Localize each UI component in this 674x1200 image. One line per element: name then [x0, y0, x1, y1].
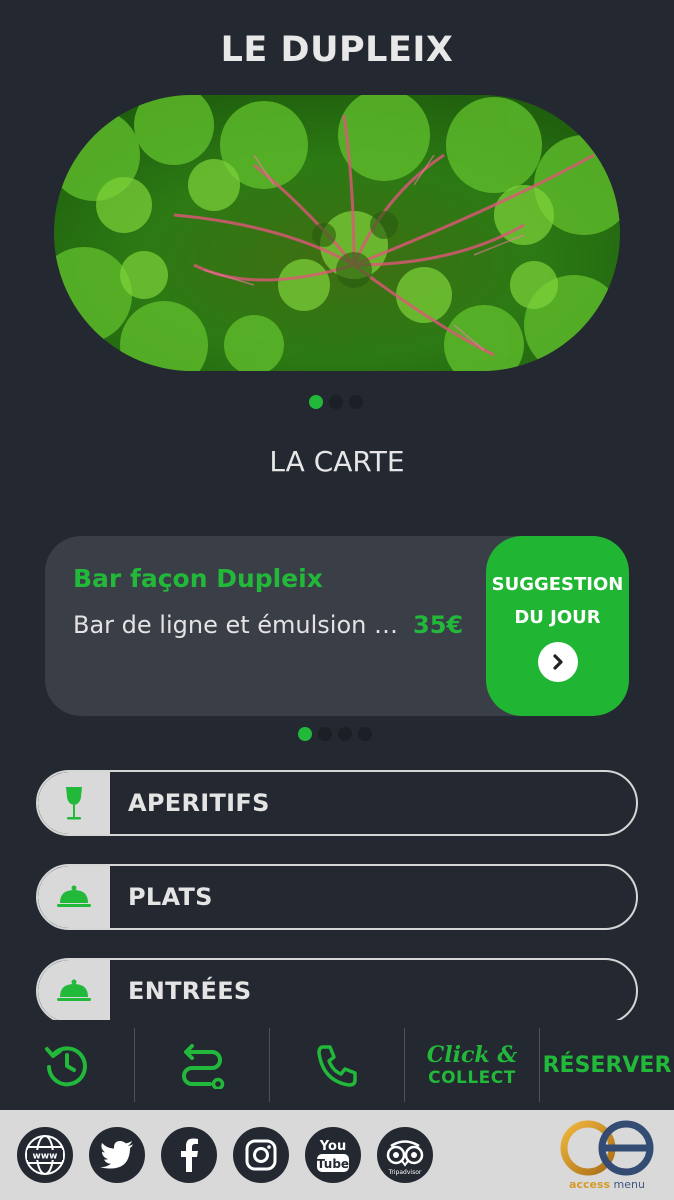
- click-collect-button[interactable]: Click & COLLECT: [405, 1028, 539, 1102]
- category-entrees[interactable]: ENTRÉES: [36, 958, 638, 1024]
- history-button[interactable]: [0, 1028, 134, 1102]
- carousel-dot[interactable]: [329, 395, 343, 409]
- website-icon[interactable]: www: [17, 1127, 73, 1183]
- facebook-icon[interactable]: [161, 1127, 217, 1183]
- suggestion-dot[interactable]: [298, 727, 312, 741]
- tripadvisor-icon[interactable]: Tripadvisor: [377, 1127, 433, 1183]
- cloche-icon: [38, 960, 110, 1022]
- social-footer: www You Tube Tripadvisor access menu: [0, 1110, 674, 1200]
- click-collect-line1: Click &: [426, 1041, 518, 1068]
- reserve-button[interactable]: RÉSERVER: [540, 1028, 674, 1102]
- hero-carousel-image[interactable]: [54, 95, 620, 371]
- hero-carousel-pager: [309, 395, 363, 409]
- category-plats[interactable]: PLATS: [36, 864, 638, 930]
- logo-text: access menu: [569, 1178, 645, 1191]
- dish-price: 35€: [413, 611, 464, 639]
- category-label: APERITIFS: [128, 789, 270, 817]
- suggestion-pager: [298, 727, 372, 741]
- chevron-right-icon[interactable]: [537, 642, 578, 682]
- youtube-line2: Tube: [317, 1157, 349, 1171]
- section-title: LA CARTE: [269, 445, 405, 478]
- suggestion-dot[interactable]: [338, 727, 352, 741]
- access-menu-logo[interactable]: access menu: [548, 1118, 666, 1196]
- dish-description: Bar de ligne et émulsion d…: [73, 611, 411, 639]
- www-label: www: [33, 1152, 58, 1162]
- suggestion-dot[interactable]: [358, 727, 372, 741]
- suggestion-tag-line2: DU JOUR: [514, 607, 601, 628]
- youtube-icon[interactable]: You Tube: [305, 1127, 361, 1183]
- category-label: ENTRÉES: [128, 977, 252, 1005]
- carousel-dot[interactable]: [349, 395, 363, 409]
- cloche-icon: [38, 866, 110, 928]
- category-aperitifs[interactable]: APERITIFS: [36, 770, 638, 836]
- suggestion-card[interactable]: Bar façon Dupleix Bar de ligne et émulsi…: [45, 536, 629, 716]
- category-label: PLATS: [128, 883, 213, 911]
- history-clock-icon: [45, 1046, 87, 1087]
- suggestion-du-jour-button[interactable]: SUGGESTION DU JOUR: [486, 536, 629, 716]
- tripadvisor-label: Tripadvisor: [388, 1169, 422, 1176]
- directions-button[interactable]: [135, 1028, 269, 1102]
- reserve-label: RÉSERVER: [542, 1052, 672, 1078]
- youtube-line1: You: [319, 1139, 346, 1154]
- click-collect-line2: COLLECT: [428, 1067, 516, 1088]
- phone-icon: [317, 1045, 357, 1087]
- instagram-icon[interactable]: [233, 1127, 289, 1183]
- suggestion-dot[interactable]: [318, 727, 332, 741]
- kale-photo: [54, 95, 620, 371]
- restaurant-title: LE DUPLEIX: [220, 30, 454, 70]
- carousel-dot[interactable]: [309, 395, 323, 409]
- twitter-icon[interactable]: [89, 1127, 145, 1183]
- dish-name: Bar façon Dupleix: [73, 564, 323, 593]
- wine-glass-icon: [38, 772, 110, 834]
- route-icon: [182, 1044, 225, 1089]
- call-button[interactable]: [270, 1028, 404, 1102]
- action-bar: Click & COLLECT RÉSERVER: [0, 1020, 674, 1110]
- suggestion-tag-line1: SUGGESTION: [491, 574, 624, 595]
